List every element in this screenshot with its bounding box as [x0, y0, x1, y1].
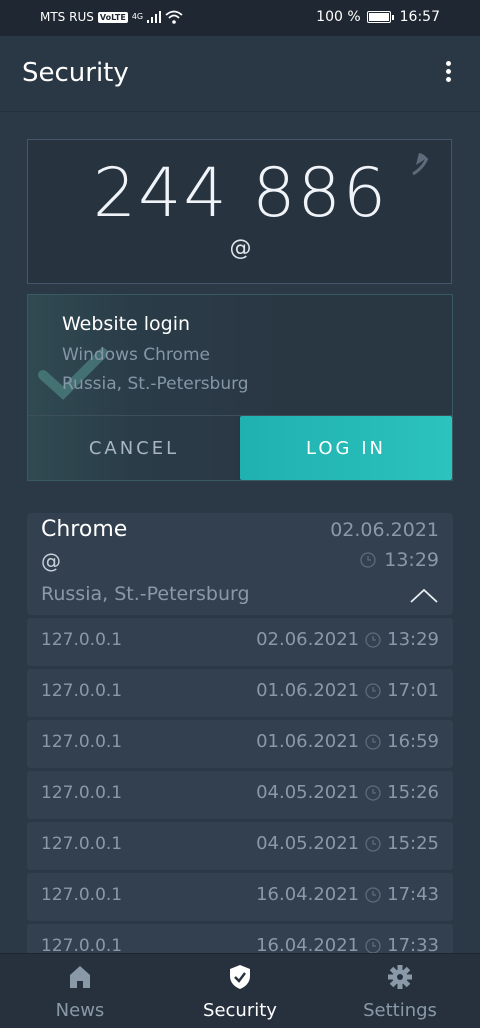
shield-check-icon — [230, 965, 250, 989]
history-time: 16:59 — [387, 731, 439, 752]
history-ip: 127.0.0.1 — [41, 885, 123, 905]
clock-icon — [365, 733, 381, 750]
session-email: @ — [41, 549, 61, 573]
history-datetime: 04.05.2021 15:25 — [256, 833, 439, 854]
nav-settings[interactable]: Settings — [320, 954, 480, 1028]
session-history-list: 127.0.0.1 02.06.2021 13:29 127.0.0.1 01.06.2… — [27, 618, 453, 975]
session-time: 13:29 — [360, 549, 439, 571]
session-time-value: 13:29 — [384, 549, 439, 571]
bottom-nav: News Security Settings — [0, 953, 480, 1028]
clock-time: 16:57 — [399, 9, 440, 25]
battery-tip — [391, 14, 394, 20]
history-row[interactable]: 127.0.0.1 01.06.2021 16:59 — [27, 720, 453, 768]
session-location: Russia, St.-Petersburg — [41, 583, 250, 605]
cancel-button[interactable]: CANCEL — [28, 416, 240, 480]
clock-icon — [365, 784, 381, 801]
history-row[interactable]: 127.0.0.1 02.06.2021 13:29 — [27, 618, 453, 666]
history-ip: 127.0.0.1 — [41, 630, 123, 650]
otp-code-card[interactable]: 244 886 @ — [27, 139, 452, 284]
history-time: 13:29 — [387, 629, 439, 650]
history-row[interactable]: 127.0.0.1 04.05.2021 15:25 — [27, 822, 453, 870]
nav-security[interactable]: Security — [160, 954, 320, 1028]
clock-icon — [365, 886, 381, 903]
history-datetime: 04.05.2021 15:26 — [256, 782, 439, 803]
history-datetime: 16.04.2021 17:43 — [256, 884, 439, 905]
session-date: 02.06.2021 — [330, 519, 439, 541]
login-client: Windows Chrome — [62, 345, 210, 365]
wifi-icon — [165, 10, 183, 24]
battery-icon — [366, 11, 391, 23]
history-datetime: 01.06.2021 17:01 — [256, 680, 439, 701]
history-ip: 127.0.0.1 — [41, 783, 123, 803]
nav-news[interactable]: News — [0, 954, 160, 1028]
history-ip: 127.0.0.1 — [41, 732, 123, 752]
nav-security-label: Security — [203, 1000, 277, 1021]
history-ip: 127.0.0.1 — [41, 834, 123, 854]
status-bar: MTS RUS VoLTE 4G 100 % 16:57 — [0, 0, 480, 36]
history-datetime: 01.06.2021 16:59 — [256, 731, 439, 752]
volte-badge: VoLTE — [97, 11, 128, 23]
page-title: Security — [22, 58, 129, 88]
timer-pie-icon — [412, 153, 429, 176]
account-email: @ — [229, 236, 252, 261]
history-date: 02.06.2021 — [256, 629, 360, 650]
history-date: 04.05.2021 — [256, 782, 360, 803]
nav-news-label: News — [55, 1000, 105, 1021]
history-time: 15:25 — [387, 833, 439, 854]
history-row[interactable]: 127.0.0.1 04.05.2021 15:26 — [27, 771, 453, 819]
session-card[interactable]: Chrome 02.06.2021 @ 13:29 Russia, St.-Pe… — [27, 513, 453, 615]
log-in-button[interactable]: LOG IN — [240, 416, 452, 480]
network-type: 4G — [131, 12, 144, 21]
history-datetime: 02.06.2021 13:29 — [256, 629, 439, 650]
more-vert-icon[interactable] — [436, 58, 460, 88]
nav-settings-label: Settings — [363, 1000, 437, 1021]
history-row[interactable]: 127.0.0.1 01.06.2021 17:01 — [27, 669, 453, 717]
history-time: 17:43 — [387, 884, 439, 905]
clock-icon — [365, 835, 381, 852]
carrier-name: MTS RUS — [40, 10, 94, 24]
battery-percent: 100 % — [316, 9, 361, 25]
login-request-card: Website login Windows Chrome Russia, St.… — [27, 294, 453, 481]
clock-icon — [365, 682, 381, 699]
login-request-title: Website login — [62, 313, 191, 335]
history-time: 15:26 — [387, 782, 439, 803]
otp-code: 244 886 — [92, 154, 389, 233]
history-time: 17:01 — [387, 680, 439, 701]
history-ip: 127.0.0.1 — [41, 681, 123, 701]
gear-icon — [388, 965, 412, 989]
clock-icon — [360, 552, 376, 568]
home-icon — [70, 966, 90, 988]
clock-icon — [365, 937, 381, 954]
history-date: 01.06.2021 — [256, 680, 360, 701]
session-browser: Chrome — [41, 517, 128, 542]
history-date: 04.05.2021 — [256, 833, 360, 854]
history-row[interactable]: 127.0.0.1 16.04.2021 17:43 — [27, 873, 453, 921]
signal-icon — [147, 11, 162, 23]
history-date: 16.04.2021 — [256, 884, 360, 905]
history-date: 01.06.2021 — [256, 731, 360, 752]
app-bar: Security — [0, 36, 480, 112]
chevron-up-icon[interactable] — [409, 587, 439, 603]
login-location: Russia, St.-Petersburg — [62, 374, 249, 394]
divider — [0, 111, 480, 112]
clock-icon — [365, 631, 381, 648]
